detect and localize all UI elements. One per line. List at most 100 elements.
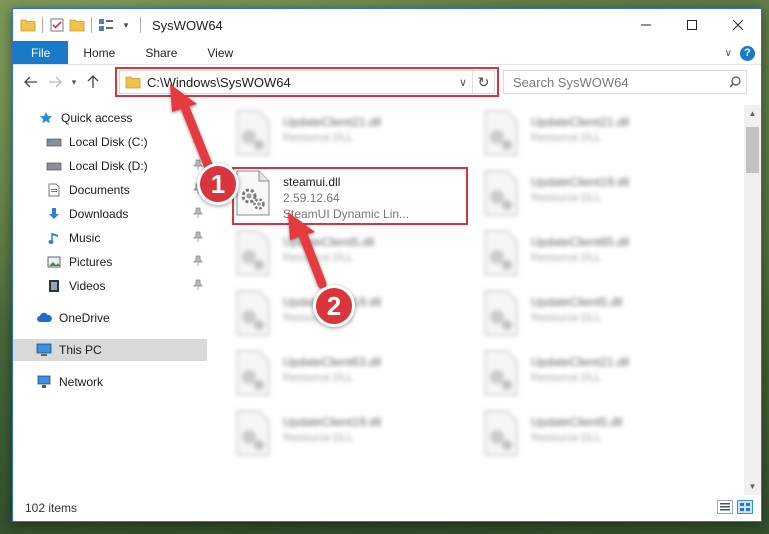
pin-icon[interactable] — [193, 231, 203, 246]
file-description: Resource DLL — [531, 192, 602, 204]
dll-file-icon — [481, 349, 527, 399]
sidebar-item-quick-access[interactable]: Quick access — [13, 107, 207, 129]
sidebar-item-documents[interactable]: Documents — [13, 179, 207, 201]
divider — [91, 17, 92, 33]
sidebar-item-label: This PC — [59, 343, 102, 357]
sidebar-item-music[interactable]: Music — [13, 227, 207, 249]
search-input[interactable]: Search SysWOW64 — [513, 75, 724, 90]
customize-toolbar-icon[interactable]: ▾ — [117, 16, 135, 34]
minimize-button[interactable] — [623, 9, 669, 41]
tab-home[interactable]: Home — [68, 41, 130, 64]
file-description: Resource DLL — [531, 432, 602, 444]
arrow-up-icon — [87, 75, 99, 88]
list-item[interactable]: UpdateClient5.dll Resource DLL — [233, 229, 469, 287]
recent-locations-button[interactable]: ▾ — [67, 70, 81, 94]
divider — [140, 17, 141, 33]
sidebar-item-label: Local Disk (C:) — [69, 135, 148, 149]
arrow-right-icon — [49, 76, 62, 88]
pin-icon[interactable] — [193, 279, 203, 294]
list-item[interactable]: UpdateClient21.dll Resource DLL — [481, 109, 717, 167]
search-box[interactable]: Search SysWOW64 — [503, 70, 747, 94]
sidebar-item-label: Pictures — [69, 255, 113, 269]
dll-file-icon — [233, 409, 279, 459]
divider — [42, 17, 43, 33]
tab-view[interactable]: View — [192, 41, 248, 64]
pin-icon[interactable] — [193, 207, 203, 222]
drive-icon — [45, 134, 63, 150]
sidebar-item-local-disk-c[interactable]: Local Disk (C:) — [13, 131, 207, 153]
scroll-down-icon[interactable]: ▼ — [744, 478, 761, 495]
sidebar-item-onedrive[interactable]: OneDrive — [13, 307, 207, 329]
new-folder-icon[interactable] — [68, 16, 86, 34]
back-button[interactable] — [19, 70, 43, 94]
file-description: Resource DLL — [531, 132, 602, 144]
sidebar-item-label: Quick access — [61, 111, 133, 125]
list-item[interactable]: UpdateClient19.dll Resource DLL — [233, 409, 469, 467]
file-name: UpdateClient5.dll — [283, 235, 375, 249]
search-icon[interactable] — [724, 76, 746, 88]
tiles-view-icon[interactable] — [737, 500, 753, 514]
dll-file-icon — [233, 109, 279, 159]
scroll-up-icon[interactable]: ▲ — [744, 105, 761, 122]
file-name: UpdateClient19.dll — [531, 175, 630, 189]
cloud-icon — [35, 310, 53, 326]
quick-access-toolbar: ▾ — [19, 16, 144, 34]
view-toggle — [717, 500, 753, 514]
forward-button[interactable] — [43, 70, 67, 94]
list-item[interactable]: UpdateClient5.dll Resource DLL — [481, 409, 717, 467]
computer-icon — [35, 342, 53, 358]
list-item[interactable]: UpdateClient63.dll Resource DLL — [233, 349, 469, 407]
view-options-icon[interactable] — [97, 16, 115, 34]
folder-icon — [19, 16, 37, 34]
details-view-icon[interactable] — [717, 500, 733, 514]
pin-icon[interactable] — [193, 255, 203, 270]
ribbon-tabs: File Home Share View ∨ ? — [13, 41, 761, 65]
help-icon[interactable]: ? — [740, 45, 755, 61]
sidebar-item-label: Local Disk (D:) — [69, 159, 148, 173]
sidebar-item-videos[interactable]: Videos — [13, 275, 207, 297]
tab-file[interactable]: File — [13, 41, 69, 64]
sidebar-item-downloads[interactable]: Downloads — [13, 203, 207, 225]
file-description: Resource DLL — [283, 372, 354, 384]
vertical-scrollbar[interactable]: ▲ ▼ — [744, 105, 761, 495]
arrow-left-icon — [24, 76, 37, 88]
list-item[interactable]: UpdateClient21.dll Resource DLL — [481, 349, 717, 407]
pin-icon[interactable] — [193, 135, 203, 150]
scrollbar-thumb[interactable] — [746, 127, 759, 173]
videos-icon — [45, 278, 63, 294]
file-description: Resource DLL — [531, 312, 602, 324]
file-description: Resource DLL — [283, 432, 354, 444]
steamui-highlight-box — [232, 167, 468, 225]
file-name: UpdateClient21.dll — [531, 355, 630, 369]
list-item[interactable]: UpdateClient5.dll Resource DLL — [481, 289, 717, 347]
dll-file-icon — [233, 349, 279, 399]
dll-file-icon — [481, 409, 527, 459]
sidebar-item-label: Music — [69, 231, 101, 245]
close-button[interactable] — [715, 9, 761, 41]
dll-file-icon — [481, 229, 527, 279]
window-controls — [623, 9, 761, 41]
pictures-icon — [45, 254, 63, 270]
sidebar-item-pictures[interactable]: Pictures — [13, 251, 207, 273]
file-name: UpdateClient63.dll — [283, 355, 382, 369]
list-item[interactable]: UpdateClient65.dll Resource DLL — [481, 229, 717, 287]
sidebar-item-network[interactable]: Network — [13, 371, 207, 393]
sidebar-item-local-disk-d[interactable]: Local Disk (D:) — [13, 155, 207, 177]
step-badge-1: 1 — [197, 163, 239, 205]
file-description: Resource DLL — [531, 252, 602, 264]
title-bar: ▾ SysWOW64 — [13, 9, 761, 41]
sidebar-item-this-pc[interactable]: This PC — [13, 339, 207, 361]
explorer-window: ▾ SysWOW64 File Home Share View ∨ ? ▾ C:… — [12, 8, 762, 522]
dll-file-icon — [233, 289, 279, 339]
file-name: UpdateClient5.dll — [531, 415, 623, 429]
expand-ribbon-icon[interactable]: ∨ — [725, 48, 732, 59]
up-button[interactable] — [81, 70, 105, 94]
tab-share[interactable]: Share — [130, 41, 192, 64]
maximize-button[interactable] — [669, 9, 715, 41]
dll-file-icon — [233, 229, 279, 279]
list-item[interactable]: UpdateClient21.dll Resource DLL — [233, 109, 469, 167]
list-item[interactable]: UpdateClient19.dll Resource DLL — [481, 169, 717, 227]
navigation-bar: ▾ C:\Windows\SysWOW64 ∨ ↻ Search SysWOW6… — [13, 67, 761, 97]
status-bar: 102 items — [13, 495, 761, 521]
properties-icon[interactable] — [48, 16, 66, 34]
